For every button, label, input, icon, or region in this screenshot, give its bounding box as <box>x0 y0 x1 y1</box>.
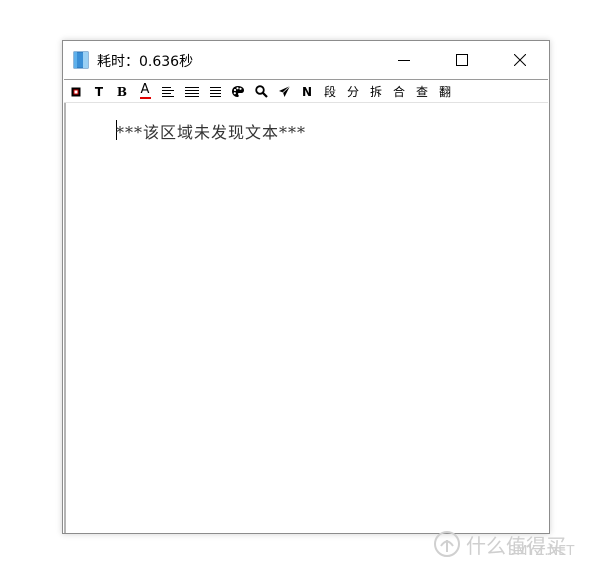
send-paper-plane-icon <box>278 85 290 97</box>
toolbar-translate-button[interactable]: 翻 <box>435 82 455 101</box>
window-title: 耗时：0.636秒 <box>97 54 194 70</box>
text-area[interactable]: ***该区域未发现文本*** <box>64 103 548 533</box>
bold-icon: B <box>116 84 128 99</box>
toolbar-search-button[interactable] <box>251 82 271 101</box>
watermark-site: SMYZ.NET <box>508 544 575 559</box>
stop-square-icon <box>71 87 81 96</box>
app-book-icon <box>73 51 89 69</box>
ocr-result-window: 耗时：0.636秒 T B A N 段 分 拆 合 查 翻 ***该区域未发现文… <box>62 40 550 534</box>
no-text-notice: ***该区域未发现文本*** <box>116 123 307 142</box>
minimize-icon <box>398 60 410 61</box>
align-justify-icon <box>185 86 199 97</box>
maximize-button[interactable] <box>433 41 491 79</box>
toolbar-text-button[interactable]: T <box>89 82 109 101</box>
palette-icon <box>232 86 244 97</box>
watermark-logo-icon <box>434 531 460 557</box>
toolbar: T B A N 段 分 拆 合 查 翻 <box>64 79 548 103</box>
search-icon <box>254 85 268 98</box>
font-color-underline <box>139 97 151 99</box>
toolbar-font-color-button[interactable]: A <box>135 82 155 101</box>
toolbar-align-left-button[interactable] <box>158 82 178 101</box>
text-area-left-border <box>64 103 66 533</box>
toolbar-split-button[interactable]: 分 <box>343 82 363 101</box>
n-icon: N <box>301 84 313 99</box>
toolbar-stop-button[interactable] <box>66 82 86 101</box>
toolbar-break-button[interactable]: 拆 <box>366 82 386 101</box>
font-color-icon: A <box>140 82 150 97</box>
toolbar-palette-button[interactable] <box>228 82 248 101</box>
title-bar[interactable]: 耗时：0.636秒 <box>63 41 549 79</box>
toolbar-merge-button[interactable]: 合 <box>389 82 409 101</box>
maximize-icon <box>456 54 468 66</box>
split-label: 分 <box>346 85 359 99</box>
break-label: 拆 <box>369 85 382 99</box>
align-right-icon <box>210 86 221 97</box>
close-icon <box>514 54 526 66</box>
lookup-label: 查 <box>415 85 428 99</box>
toolbar-lookup-button[interactable]: 查 <box>412 82 432 101</box>
site-watermark: 什么值得买 SMYZ.NET <box>432 524 602 564</box>
toolbar-align-justify-button[interactable] <box>182 82 202 101</box>
toolbar-align-right-button[interactable] <box>205 82 225 101</box>
translate-label: 翻 <box>438 85 451 99</box>
paragraph-label: 段 <box>323 85 336 99</box>
merge-label: 合 <box>392 85 405 99</box>
minimize-button[interactable] <box>375 41 433 79</box>
close-button[interactable] <box>491 41 549 79</box>
toolbar-send-button[interactable] <box>274 82 294 101</box>
toolbar-paragraph-button[interactable]: 段 <box>320 82 340 101</box>
align-left-icon <box>162 86 174 97</box>
toolbar-n-button[interactable]: N <box>297 82 317 101</box>
toolbar-bold-button[interactable]: B <box>112 82 132 101</box>
text-t-icon: T <box>94 84 104 99</box>
